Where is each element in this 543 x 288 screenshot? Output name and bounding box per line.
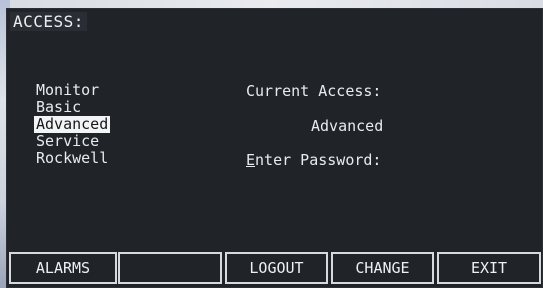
access-level-monitor[interactable]: Monitor (34, 82, 101, 99)
blank-softkey[interactable] (118, 252, 222, 284)
logout-button[interactable]: LOGOUT (225, 252, 328, 284)
password-label-text: nter Password: (255, 151, 382, 169)
softkey-bar: ALARMS LOGOUT CHANGE EXIT (6, 248, 543, 288)
current-access-label: Current Access: (246, 82, 382, 100)
access-level-basic[interactable]: Basic (34, 99, 83, 116)
access-level-service[interactable]: Service (34, 133, 101, 150)
screen-title: ACCESS: (10, 12, 87, 31)
password-hotkey: E (246, 151, 256, 169)
access-level-list: Monitor Basic Advanced Service Rockwell (34, 82, 111, 167)
enter-password-field[interactable]: Enter Password: (246, 151, 381, 169)
access-screen: ACCESS: Monitor Basic Advanced Service R… (6, 8, 543, 288)
access-level-rockwell[interactable]: Rockwell (34, 150, 110, 167)
change-button[interactable]: CHANGE (331, 252, 434, 284)
exit-button[interactable]: EXIT (437, 252, 541, 284)
current-access-value: Advanced (311, 117, 384, 135)
alarms-button[interactable]: ALARMS (9, 252, 117, 284)
access-level-advanced[interactable]: Advanced (34, 116, 111, 133)
